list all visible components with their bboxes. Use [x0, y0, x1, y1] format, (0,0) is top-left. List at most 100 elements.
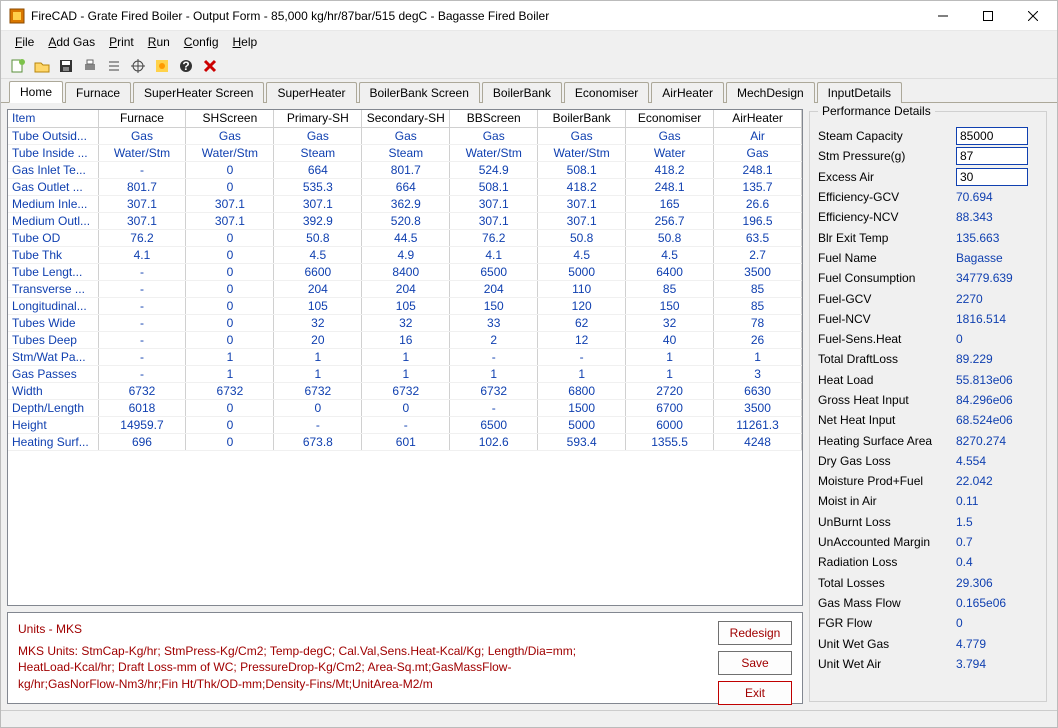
col-header[interactable]: Furnace — [98, 110, 186, 127]
cell: 6700 — [626, 399, 714, 416]
cell: - — [274, 416, 362, 433]
col-header[interactable]: Economiser — [626, 110, 714, 127]
list-icon[interactable] — [105, 57, 123, 75]
row-label: Depth/Length — [8, 399, 98, 416]
right-pane: Performance Details Steam CapacityStm Pr… — [809, 103, 1057, 710]
perf-label: Unit Wet Air — [818, 657, 956, 671]
table-row[interactable]: Heating Surf...6960673.8601102.6593.4135… — [8, 433, 802, 450]
perf-value: 70.694 — [956, 190, 1038, 204]
tab-superheater[interactable]: SuperHeater — [266, 82, 356, 103]
col-header[interactable]: Primary-SH — [274, 110, 362, 127]
row-label: Stm/Wat Pa... — [8, 348, 98, 365]
col-header[interactable]: Secondary-SH — [362, 110, 450, 127]
row-label: Gas Inlet Te... — [8, 161, 98, 178]
tab-airheater[interactable]: AirHeater — [651, 82, 724, 103]
cell: 1 — [186, 348, 274, 365]
table-row[interactable]: Stm/Wat Pa...-111--11 — [8, 348, 802, 365]
col-header[interactable]: BoilerBank — [538, 110, 626, 127]
cell: 4.1 — [450, 246, 538, 263]
tab-inputdetails[interactable]: InputDetails — [817, 82, 902, 103]
bottom-scrollbar[interactable] — [1, 710, 1057, 727]
cell: 6732 — [274, 382, 362, 399]
table-row[interactable]: Gas Inlet Te...-0664801.7524.9508.1418.2… — [8, 161, 802, 178]
maximize-button[interactable] — [965, 1, 1010, 30]
perf-input[interactable] — [956, 127, 1028, 145]
minimize-button[interactable] — [920, 1, 965, 30]
cell: 307.1 — [274, 195, 362, 212]
new-icon[interactable] — [9, 57, 27, 75]
help-icon[interactable]: ? — [177, 57, 195, 75]
cell: 508.1 — [450, 178, 538, 195]
target-icon[interactable] — [129, 57, 147, 75]
table-row[interactable]: Tubes Deep-020162124026 — [8, 331, 802, 348]
row-label: Width — [8, 382, 98, 399]
table-row[interactable]: Transverse ...-02042042041108585 — [8, 280, 802, 297]
col-header[interactable]: AirHeater — [714, 110, 802, 127]
perf-row: Total DraftLoss89.229 — [818, 349, 1038, 369]
tab-economiser[interactable]: Economiser — [564, 82, 649, 103]
table-row[interactable]: Tube Outsid...GasGasGasGasGasGasGasAir — [8, 127, 802, 144]
table-row[interactable]: Tube Lengt...-0660084006500500064003500 — [8, 263, 802, 280]
menu-help[interactable]: Help — [227, 33, 264, 51]
cell: 1355.5 — [626, 433, 714, 450]
col-header[interactable]: Item — [8, 110, 98, 127]
tab-boilerbank[interactable]: BoilerBank — [482, 82, 562, 103]
col-header[interactable]: BBScreen — [450, 110, 538, 127]
menu-config[interactable]: Config — [178, 33, 225, 51]
perf-label: Gross Heat Input — [818, 393, 956, 407]
cell: 0 — [362, 399, 450, 416]
table-row[interactable]: Tubes Wide-0323233623278 — [8, 314, 802, 331]
table-row[interactable]: Gas Passes-1111113 — [8, 365, 802, 382]
table-row[interactable]: Tube Inside ...Water/StmWater/StmSteamSt… — [8, 144, 802, 161]
cell: 0 — [186, 280, 274, 297]
row-label: Gas Passes — [8, 365, 98, 382]
tab-furnace[interactable]: Furnace — [65, 82, 131, 103]
sun-icon[interactable] — [153, 57, 171, 75]
table-row[interactable]: Depth/Length6018000-150067003500 — [8, 399, 802, 416]
cell: 524.9 — [450, 161, 538, 178]
cell: 1 — [626, 365, 714, 382]
row-label: Tube Inside ... — [8, 144, 98, 161]
tab-mechdesign[interactable]: MechDesign — [726, 82, 815, 103]
cell: 508.1 — [538, 161, 626, 178]
menu-print[interactable]: Print — [103, 33, 140, 51]
table-row[interactable]: Width67326732673267326732680027206630 — [8, 382, 802, 399]
perf-label: Heat Load — [818, 373, 956, 387]
cell: - — [98, 365, 186, 382]
table-row[interactable]: Medium Inle...307.1307.1307.1362.9307.13… — [8, 195, 802, 212]
save-button[interactable]: Save — [718, 651, 792, 675]
cell: 6732 — [450, 382, 538, 399]
menu-addgas[interactable]: Add Gas — [42, 33, 101, 51]
open-icon[interactable] — [33, 57, 51, 75]
cell: 6500 — [450, 416, 538, 433]
row-label: Heating Surf... — [8, 433, 98, 450]
grid-table: ItemFurnaceSHScreenPrimary-SHSecondary-S… — [8, 110, 802, 451]
cell: 62 — [538, 314, 626, 331]
delete-icon[interactable] — [201, 57, 219, 75]
print-icon[interactable] — [81, 57, 99, 75]
cell: 6630 — [714, 382, 802, 399]
table-row[interactable]: Tube Thk4.104.54.94.14.54.52.7 — [8, 246, 802, 263]
close-button[interactable] — [1010, 1, 1055, 30]
perf-value: 88.343 — [956, 210, 1038, 224]
perf-input[interactable] — [956, 147, 1028, 165]
perf-input[interactable] — [956, 168, 1028, 186]
table-row[interactable]: Gas Outlet ...801.70535.3664508.1418.224… — [8, 178, 802, 195]
table-row[interactable]: Medium Outl...307.1307.1392.9520.8307.13… — [8, 212, 802, 229]
table-row[interactable]: Longitudinal...-010510515012015085 — [8, 297, 802, 314]
data-grid[interactable]: ItemFurnaceSHScreenPrimary-SHSecondary-S… — [7, 109, 803, 606]
tab-superheater-screen[interactable]: SuperHeater Screen — [133, 82, 264, 103]
perf-label: Stm Pressure(g) — [818, 149, 956, 163]
save-icon[interactable] — [57, 57, 75, 75]
menu-file[interactable]: File — [9, 33, 40, 51]
exit-button[interactable]: Exit — [718, 681, 792, 705]
tab-boilerbank-screen[interactable]: BoilerBank Screen — [359, 82, 480, 103]
menu-run[interactable]: Run — [142, 33, 176, 51]
cell: 307.1 — [538, 212, 626, 229]
cell: 3 — [714, 365, 802, 382]
table-row[interactable]: Height14959.70--65005000600011261.3 — [8, 416, 802, 433]
table-row[interactable]: Tube OD76.2050.844.576.250.850.863.5 — [8, 229, 802, 246]
col-header[interactable]: SHScreen — [186, 110, 274, 127]
redesign-button[interactable]: Redesign — [718, 621, 792, 645]
tab-home[interactable]: Home — [9, 81, 63, 103]
